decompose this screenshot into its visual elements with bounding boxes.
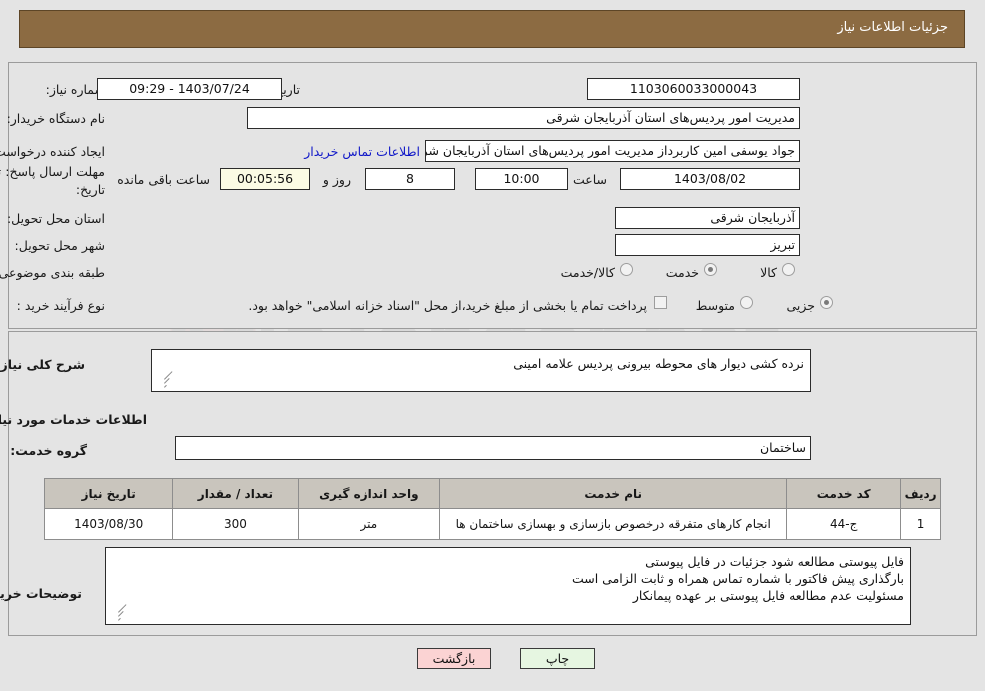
radio-process-minor-label: جزیی <box>786 298 815 313</box>
services-info-heading: اطلاعات خدمات مورد نیاز <box>0 412 147 427</box>
delivery-province-value: آذربایجان شرقی <box>615 207 800 229</box>
service-group-value: ساختمان <box>175 436 811 460</box>
radio-process-minor[interactable] <box>820 296 833 309</box>
buyer-notes-label: توضیحات خریدار: <box>0 586 82 601</box>
buyer-contact-link[interactable]: اطلاعات تماس خریدار <box>304 144 420 159</box>
radio-category-service-label: خدمت <box>665 265 699 280</box>
page-title: جزئیات اطلاعات نیاز <box>837 20 948 35</box>
requester-label: ایجاد کننده درخواست: <box>0 144 105 159</box>
buyer-notes-line-1: فایل پیوستی مطالعه شود جزئیات در فایل پی… <box>645 554 904 569</box>
radio-category-goods-service[interactable] <box>620 263 633 276</box>
cell-unit: متر <box>297 508 441 540</box>
general-desc-value: نرده کشی دیوار های محوطه بیرونی پردیس عل… <box>513 356 804 371</box>
deadline-date-value: 1403/08/02 <box>620 168 800 190</box>
deadline-time-value: 10:00 <box>475 168 568 190</box>
services-table: ردیف کد خدمت نام خدمت واحد اندازه گیری ت… <box>43 478 941 540</box>
buyer-notes-box[interactable]: فایل پیوستی مطالعه شود جزئیات در فایل پی… <box>105 547 911 625</box>
cell-need-date: 1403/08/30 <box>43 508 174 540</box>
delivery-city-value: تبریز <box>615 234 800 256</box>
th-service-code: کد خدمت <box>786 478 902 509</box>
deadline-label-line2: تاریخ: <box>75 182 105 197</box>
radio-category-service[interactable] <box>704 263 717 276</box>
resize-grip-icon[interactable] <box>109 604 127 622</box>
page-root: AriaTender.net جزئیات اطلاعات نیاز شماره… <box>0 0 985 691</box>
buyer-notes-line-2: بارگذاری پیش فاکتور با شماره تماس همراه … <box>571 571 904 586</box>
deadline-time-label: ساعت <box>572 172 607 187</box>
buyer-org-value: مدیریت امور پردیس‌های استان آذربایجان شر… <box>247 107 800 129</box>
cell-quantity: 300 <box>172 508 299 540</box>
countdown-timer-value: 00:05:56 <box>220 168 310 190</box>
delivery-province-label: استان محل تحویل: <box>6 211 105 226</box>
general-desc-box[interactable]: نرده کشی دیوار های محوطه بیرونی پردیس عل… <box>151 349 811 392</box>
service-group-label: گروه خدمت: <box>10 443 87 458</box>
deadline-label-line1: مهلت ارسال پاسخ: تا <box>0 164 105 179</box>
countdown-label: ساعت باقی مانده <box>117 172 210 187</box>
buyer-notes-line-3: مسئولیت عدم مطالعه فایل پیوستی بر عهده پ… <box>632 588 904 603</box>
need-info-panel <box>8 62 977 329</box>
need-number-value: 1103060033000043 <box>587 78 800 100</box>
announce-datetime-value: 1403/07/24 - 09:29 <box>97 78 282 100</box>
print-button[interactable]: چاپ <box>520 648 595 669</box>
cell-service-code: ج-44 <box>786 508 902 540</box>
table-row: 1 ج-44 انجام کارهای متفرقه درخصوص بازساز… <box>43 508 941 540</box>
th-quantity: تعداد / مقدار <box>172 478 299 509</box>
general-desc-label: شرح کلی نیاز: <box>0 357 85 372</box>
delivery-city-label: شهر محل تحویل: <box>14 238 105 253</box>
radio-category-goods-label: کالا <box>760 265 777 280</box>
process-type-label: نوع فرآیند خرید : <box>16 298 105 313</box>
cell-service-name: انجام کارهای متفرقه درخصوص بازسازی و بهس… <box>439 508 788 540</box>
islamic-treasury-text: پرداخت تمام یا بخشی از مبلغ خرید،از محل … <box>248 298 647 313</box>
th-row-no: ردیف <box>900 478 941 509</box>
checkbox-islamic-treasury[interactable] <box>654 296 667 309</box>
resize-grip-icon[interactable] <box>155 371 173 389</box>
remaining-days-label: روز و <box>322 172 351 187</box>
radio-category-goods-service-label: کالا/خدمت <box>560 265 615 280</box>
window-titlebar: جزئیات اطلاعات نیاز <box>19 10 965 48</box>
radio-process-medium[interactable] <box>740 296 753 309</box>
radio-category-goods[interactable] <box>782 263 795 276</box>
category-label: طبقه بندی موضوعی: <box>0 265 105 280</box>
table-header-row: ردیف کد خدمت نام خدمت واحد اندازه گیری ت… <box>43 478 941 509</box>
th-service-name: نام خدمت <box>439 478 788 509</box>
back-button[interactable]: بازگشت <box>417 648 491 669</box>
buyer-org-label: نام دستگاه خریدار: <box>6 111 105 126</box>
requester-value: جواد یوسفی امین کاربرداز مدیریت امور پرد… <box>425 140 800 162</box>
radio-process-medium-label: متوسط <box>695 298 735 313</box>
th-unit: واحد اندازه گیری <box>297 478 441 509</box>
th-need-date: تاریخ نیاز <box>43 478 174 509</box>
remaining-days-value: 8 <box>365 168 455 190</box>
cell-row-no: 1 <box>900 508 941 540</box>
